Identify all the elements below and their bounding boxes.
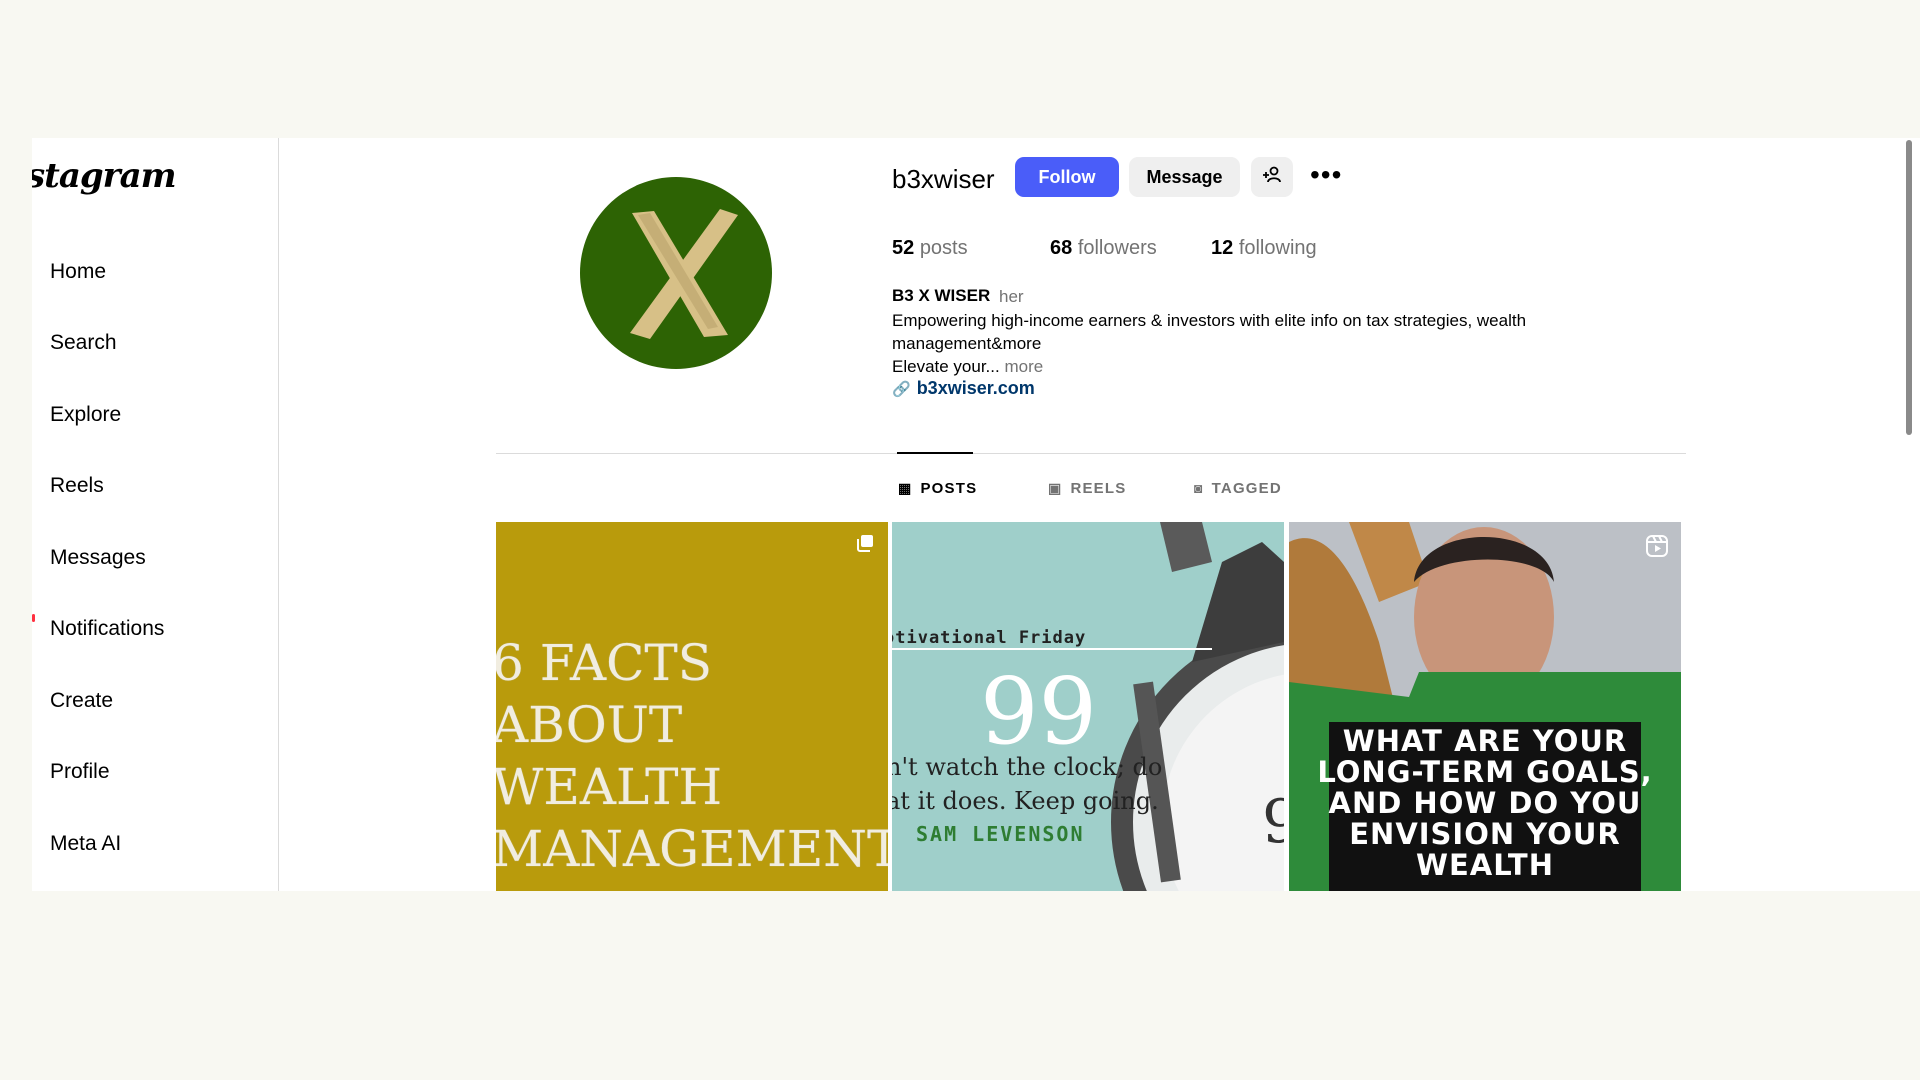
website-text: b3xwiser.com (916, 378, 1035, 398)
following-count: 12 (1211, 237, 1234, 259)
instagram-logo[interactable]: stagram (32, 156, 177, 196)
followers-count: 68 (1050, 237, 1073, 259)
reels-icon: ▣ (1048, 480, 1063, 496)
profile-bio: Empowering high-income earners & investo… (892, 309, 1612, 378)
sidebar-item-reels[interactable]: Reels (50, 474, 104, 498)
post-2-quote-mark: 99 (980, 658, 1098, 765)
page-scrollbar[interactable] (1900, 138, 1912, 891)
scrollbar-thumb[interactable] (1906, 140, 1912, 435)
bio-line-1: Empowering high-income earners & investo… (892, 311, 1527, 353)
tab-tagged-label: TAGGED (1211, 480, 1282, 497)
tab-posts-label: POSTS (920, 480, 978, 497)
post-2-quote: n't watch the clock; do at it does. Keep… (892, 753, 1163, 815)
post-3-text: WHAT ARE YOUR LONG-TERM GOALS, AND HOW D… (1317, 724, 1653, 882)
sidebar-item-explore[interactable]: Explore (50, 403, 121, 427)
following-stat[interactable]: 12 following (1211, 237, 1317, 260)
followers-stat[interactable]: 68 followers (1050, 237, 1157, 260)
post-2-author: SAM LEVENSON (916, 822, 1085, 846)
sidebar-item-create[interactable]: Create (50, 689, 113, 713)
post-2-heading: otivational Friday (892, 628, 1087, 648)
sidebar-item-home[interactable]: Home (50, 260, 106, 284)
profile-pronouns: her (999, 287, 1024, 306)
sidebar-item-profile[interactable]: Profile (50, 760, 110, 784)
post-1-title: 6 FACTS ABOUT WEALTH MANAGEMENT (496, 634, 888, 878)
carousel-icon (857, 535, 873, 552)
follow-button[interactable]: Follow (1015, 157, 1119, 197)
following-label: following (1238, 237, 1317, 259)
posts-count: 52 (892, 237, 915, 259)
svg-text:9: 9 (1262, 787, 1284, 857)
tab-reels-label: REELS (1070, 480, 1127, 497)
browser-window: stagram Home Search Explore Reels Messag… (32, 138, 1920, 891)
tab-tagged[interactable]: ◙ TAGGED (1194, 480, 1282, 497)
bio-more-link[interactable]: more (1004, 357, 1043, 376)
tab-reels[interactable]: ▣ REELS (1048, 480, 1126, 497)
profile-username: b3xwiser (892, 164, 995, 194)
message-button[interactable]: Message (1129, 157, 1240, 197)
sidebar-item-notifications[interactable]: Notifications (50, 617, 164, 641)
followers-label: followers (1077, 237, 1157, 259)
more-options-icon[interactable]: ••• (1310, 160, 1342, 190)
post-tile-1[interactable]: 6 FACTS ABOUT WEALTH MANAGEMENT (496, 522, 888, 891)
tabs-divider (496, 453, 1686, 454)
suggested-users-button[interactable] (1251, 157, 1293, 197)
tagged-icon: ◙ (1194, 480, 1204, 496)
profile-full-name: B3 X WISER (892, 286, 991, 305)
post-tile-2[interactable]: 9 otivational Friday 99 n't watch the cl… (892, 522, 1284, 891)
profile-avatar[interactable] (580, 177, 772, 369)
link-icon: 🔗 (892, 381, 911, 398)
post-2-rule (892, 648, 1212, 650)
posts-label: posts (919, 237, 968, 259)
posts-stat: 52 posts (892, 237, 968, 260)
sidebar-item-search[interactable]: Search (50, 331, 117, 355)
bio-line-2-text: Elevate your... (892, 357, 1000, 376)
grid-icon: ▦ (898, 480, 913, 496)
sidebar-item-meta-ai[interactable]: Meta AI (50, 832, 121, 856)
notification-dot (32, 614, 35, 622)
profile-website-link[interactable]: 🔗 b3xwiser.com (892, 378, 1035, 399)
sidebar-item-messages[interactable]: Messages (50, 546, 146, 570)
avatar-x-logo (630, 209, 738, 339)
active-tab-indicator (897, 452, 973, 454)
bio-line-2: Elevate your... more (892, 355, 1612, 378)
post-tile-3[interactable]: WHAT ARE YOUR LONG-TERM GOALS, AND HOW D… (1289, 522, 1681, 891)
reel-icon (1646, 535, 1668, 557)
tab-posts[interactable]: ▦ POSTS (898, 480, 977, 497)
add-user-icon (1263, 166, 1281, 182)
sidebar: stagram Home Search Explore Reels Messag… (32, 138, 279, 891)
